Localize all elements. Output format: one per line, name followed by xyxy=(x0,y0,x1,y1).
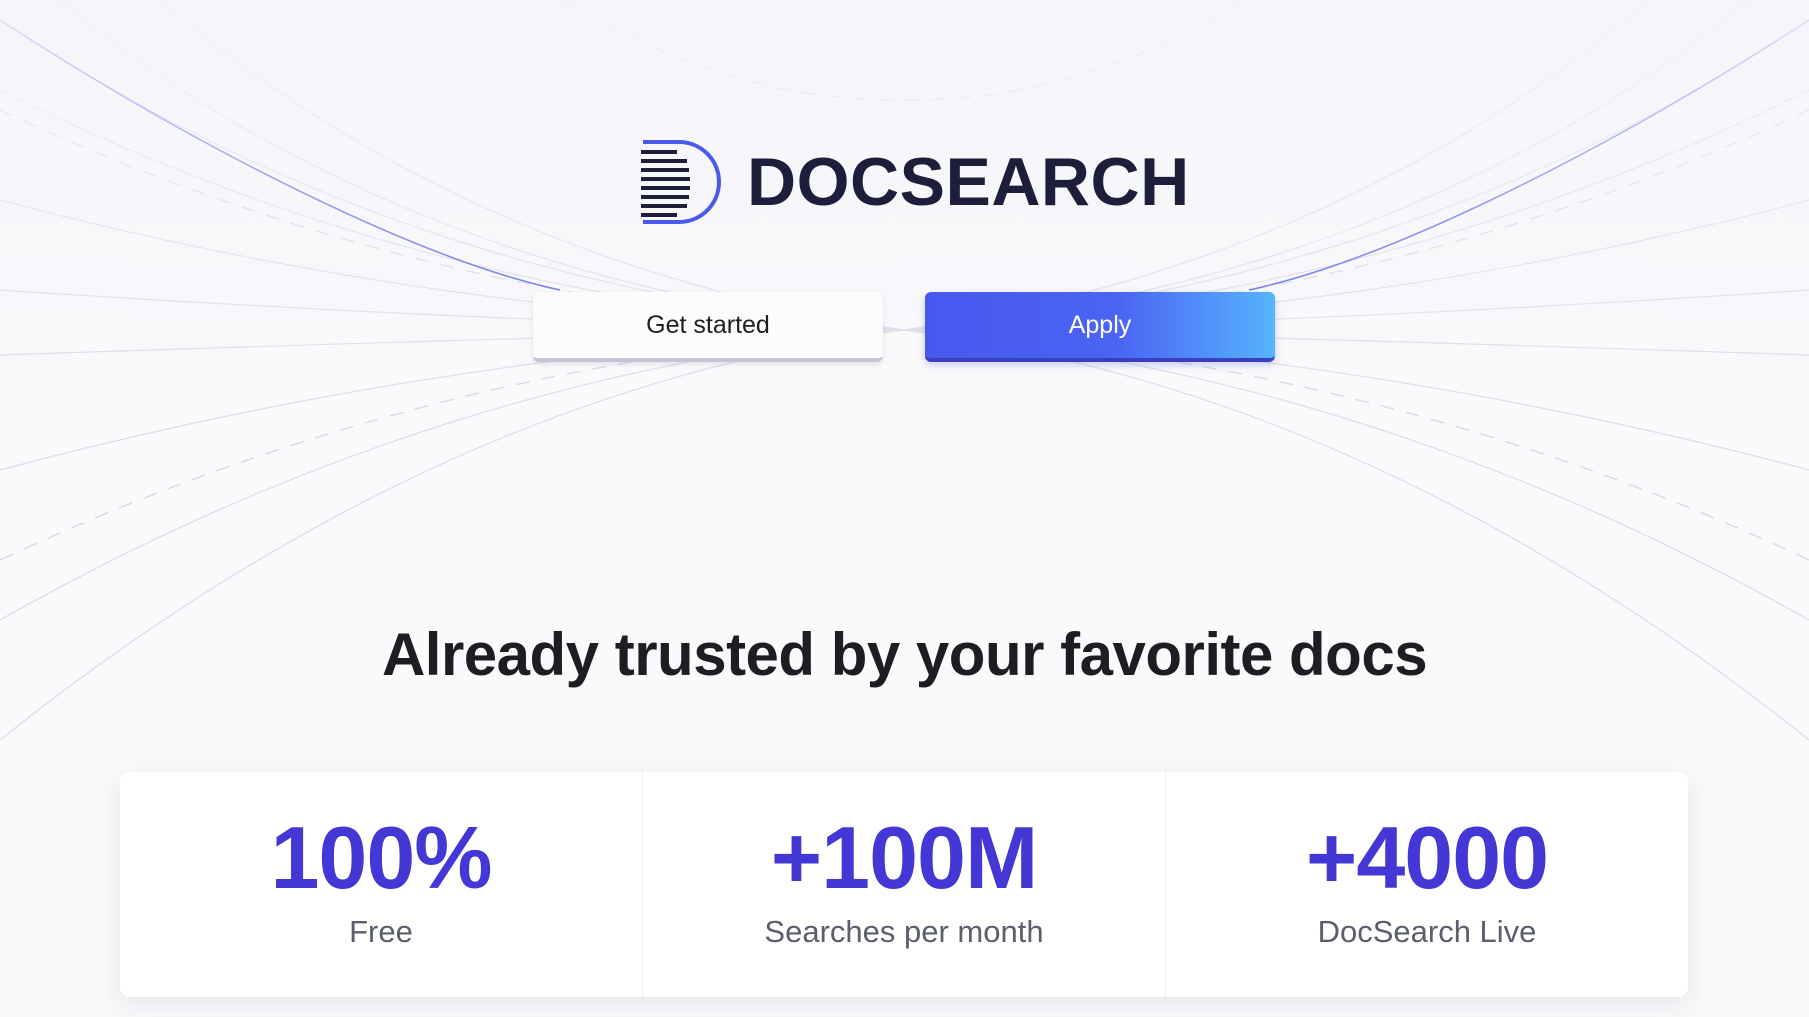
stat-label: DocSearch Live xyxy=(1317,914,1537,949)
get-started-button[interactable]: Get started xyxy=(533,292,883,362)
stat-label: Searches per month xyxy=(764,914,1044,949)
brand-name: DOCSEARCH xyxy=(747,144,1190,220)
docsearch-logo[interactable]: DOCSEARCH xyxy=(639,138,1190,226)
stat-live: +4000 DocSearch Live xyxy=(1166,772,1688,997)
stat-free: 100% Free xyxy=(120,772,643,997)
stat-value: +4000 xyxy=(1305,808,1549,907)
page-headline: Already trusted by your favorite docs xyxy=(381,621,1428,688)
stat-label: Free xyxy=(349,914,413,949)
docsearch-d-icon xyxy=(641,140,721,224)
stat-value: 100% xyxy=(270,808,492,907)
stat-value: +100M xyxy=(770,808,1039,907)
apply-button[interactable]: Apply xyxy=(925,292,1275,362)
stat-searches: +100M Searches per month xyxy=(643,772,1166,997)
stats-card: 100% Free +100M Searches per month +4000… xyxy=(120,772,1688,997)
